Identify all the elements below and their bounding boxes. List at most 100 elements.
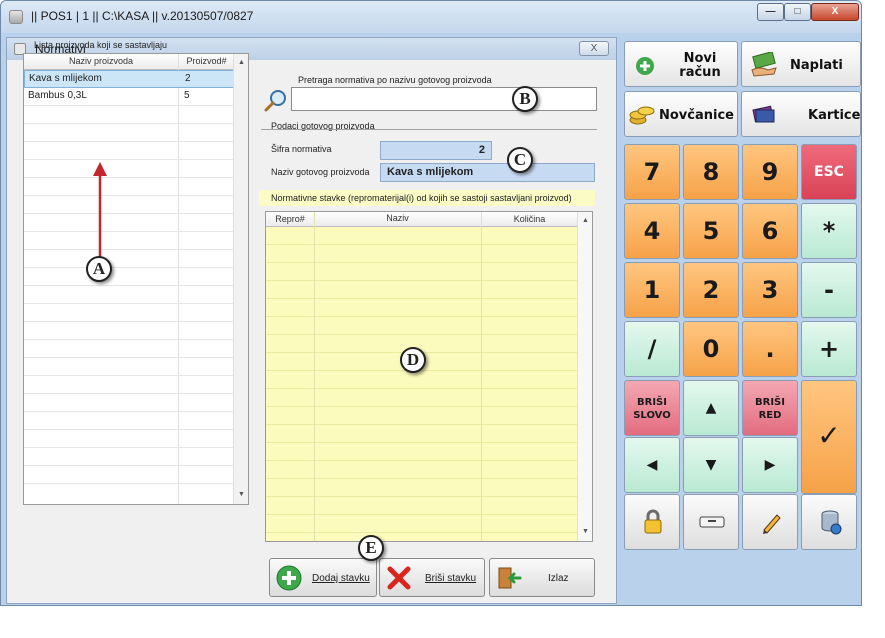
scroll-down-icon[interactable]: ▼ — [578, 525, 593, 539]
annotation-arrow — [93, 162, 107, 258]
window-titlebar[interactable]: || POS1 | 1 || C:\KASA || v.20130507/082… — [1, 1, 861, 33]
cards-button[interactable]: Kartice — [741, 91, 861, 137]
key-2[interactable]: 2 — [683, 262, 739, 318]
app-icon — [9, 10, 23, 24]
list-item — [24, 178, 234, 196]
money-hand-icon — [751, 52, 777, 77]
list-item — [24, 214, 234, 232]
arrow-up-icon[interactable]: ▲ — [683, 380, 739, 436]
column-divider — [481, 212, 482, 541]
list-item[interactable]: Bambus 0,3L 5 — [24, 88, 234, 106]
dialog-close-button[interactable]: X — [579, 41, 609, 56]
list-item — [24, 250, 234, 268]
cash-drawer-icon — [699, 516, 725, 528]
product-id: 2 — [185, 73, 191, 84]
product-name: Bambus 0,3L — [28, 90, 87, 101]
product-name-field: Kava s mlijekom — [380, 163, 595, 182]
list-item — [24, 232, 234, 250]
maximize-button[interactable]: □ — [784, 3, 811, 21]
add-item-button[interactable]: Dodaj stavku — [269, 558, 377, 597]
key-6[interactable]: 6 — [742, 203, 798, 259]
key-7[interactable]: 7 — [624, 144, 680, 200]
column-header-name: Naziv proizvoda — [68, 56, 134, 66]
database-icon — [821, 510, 842, 535]
coins-icon — [629, 106, 655, 125]
product-name: Kava s mlijekom — [29, 73, 102, 84]
charge-label: Naplati — [790, 58, 843, 73]
cards-label: Kartice — [808, 108, 861, 123]
column-header-naziv: Naziv — [386, 213, 409, 223]
credit-card-icon — [752, 105, 775, 123]
scroll-down-icon[interactable]: ▼ — [234, 488, 249, 502]
list-item — [24, 160, 234, 178]
search-icon[interactable] — [263, 89, 289, 113]
arrow-left-icon[interactable]: ◀ — [624, 437, 680, 493]
delete-row-button[interactable]: BRIŠI RED — [742, 380, 798, 436]
key-esc[interactable]: ESC — [801, 144, 857, 200]
product-id: 5 — [184, 90, 190, 101]
delete-item-label: Briši stavku — [425, 573, 477, 584]
key-decimal[interactable]: . — [742, 321, 798, 377]
lock-button[interactable] — [624, 494, 680, 550]
database-button[interactable] — [801, 494, 857, 550]
minimize-button[interactable]: — — [757, 3, 784, 21]
norm-items-grid[interactable]: Repro# Naziv Količina ▲ ▼ — [265, 211, 593, 542]
cash-label: Novčanice — [659, 108, 734, 123]
list-item — [24, 268, 234, 286]
key-divide[interactable]: / — [624, 321, 680, 377]
key-plus[interactable]: + — [801, 321, 857, 377]
add-item-label: Dodaj stavku — [312, 573, 370, 584]
key-5[interactable]: 5 — [683, 203, 739, 259]
annotation-label-d: D — [400, 347, 426, 373]
list-item — [24, 340, 234, 358]
search-input[interactable] — [291, 87, 597, 111]
column-header-kolicina: Količina — [513, 214, 546, 224]
key-minus[interactable]: - — [801, 262, 857, 318]
red-x-icon — [387, 566, 411, 590]
product-list-scrollbar[interactable]: ▲ ▼ — [233, 54, 248, 504]
exit-label: Izlaz — [548, 573, 569, 584]
list-item — [24, 304, 234, 322]
list-item — [24, 322, 234, 340]
charge-button[interactable]: Naplati — [741, 41, 861, 87]
cash-drawer-button[interactable] — [683, 494, 739, 550]
scroll-up-icon[interactable]: ▲ — [234, 56, 249, 70]
key-8[interactable]: 8 — [683, 144, 739, 200]
list-item[interactable]: Kava s mlijekom 2 — [24, 70, 234, 88]
arrow-right-icon[interactable]: ▶ — [742, 437, 798, 493]
key-9[interactable]: 9 — [742, 144, 798, 200]
list-item — [24, 358, 234, 376]
annotation-label-e: E — [358, 535, 384, 561]
delete-item-button[interactable]: Briši stavku — [379, 558, 485, 597]
product-list[interactable]: Naziv proizvoda Proizvod# Kava s mlijeko… — [23, 53, 249, 505]
annotation-label-b: B — [512, 86, 538, 112]
padlock-icon — [644, 509, 662, 534]
cash-button[interactable]: Novčanice — [624, 91, 738, 137]
new-bill-label: Novi račun — [679, 51, 721, 80]
list-item — [24, 196, 234, 214]
key-1[interactable]: 1 — [624, 262, 680, 318]
list-item — [24, 394, 234, 412]
pencil-icon — [763, 514, 781, 534]
norm-items-body — [266, 227, 578, 541]
list-item — [24, 412, 234, 430]
exit-button[interactable]: Izlaz — [489, 558, 595, 597]
column-header-repro: Repro# — [275, 214, 305, 224]
list-item — [24, 376, 234, 394]
grid-scrollbar[interactable]: ▲ ▼ — [577, 212, 592, 541]
arrow-down-icon[interactable]: ▼ — [683, 437, 739, 493]
key-4[interactable]: 4 — [624, 203, 680, 259]
edit-button[interactable] — [742, 494, 798, 550]
delete-char-button[interactable]: BRIŠI SLOVO — [624, 380, 680, 436]
name-label: Naziv gotovog proizvoda — [271, 167, 370, 177]
enter-button[interactable]: ✓ — [801, 380, 857, 494]
scroll-up-icon[interactable]: ▲ — [578, 214, 593, 228]
list-item — [24, 430, 234, 448]
norm-items-header: Repro# Naziv Količina — [266, 212, 578, 227]
key-3[interactable]: 3 — [742, 262, 798, 318]
close-window-button[interactable]: X — [811, 3, 859, 21]
code-field: 2 — [380, 141, 492, 160]
key-0[interactable]: 0 — [683, 321, 739, 377]
key-multiply[interactable]: * — [801, 203, 857, 259]
new-bill-button[interactable]: Novi račun — [624, 41, 738, 87]
